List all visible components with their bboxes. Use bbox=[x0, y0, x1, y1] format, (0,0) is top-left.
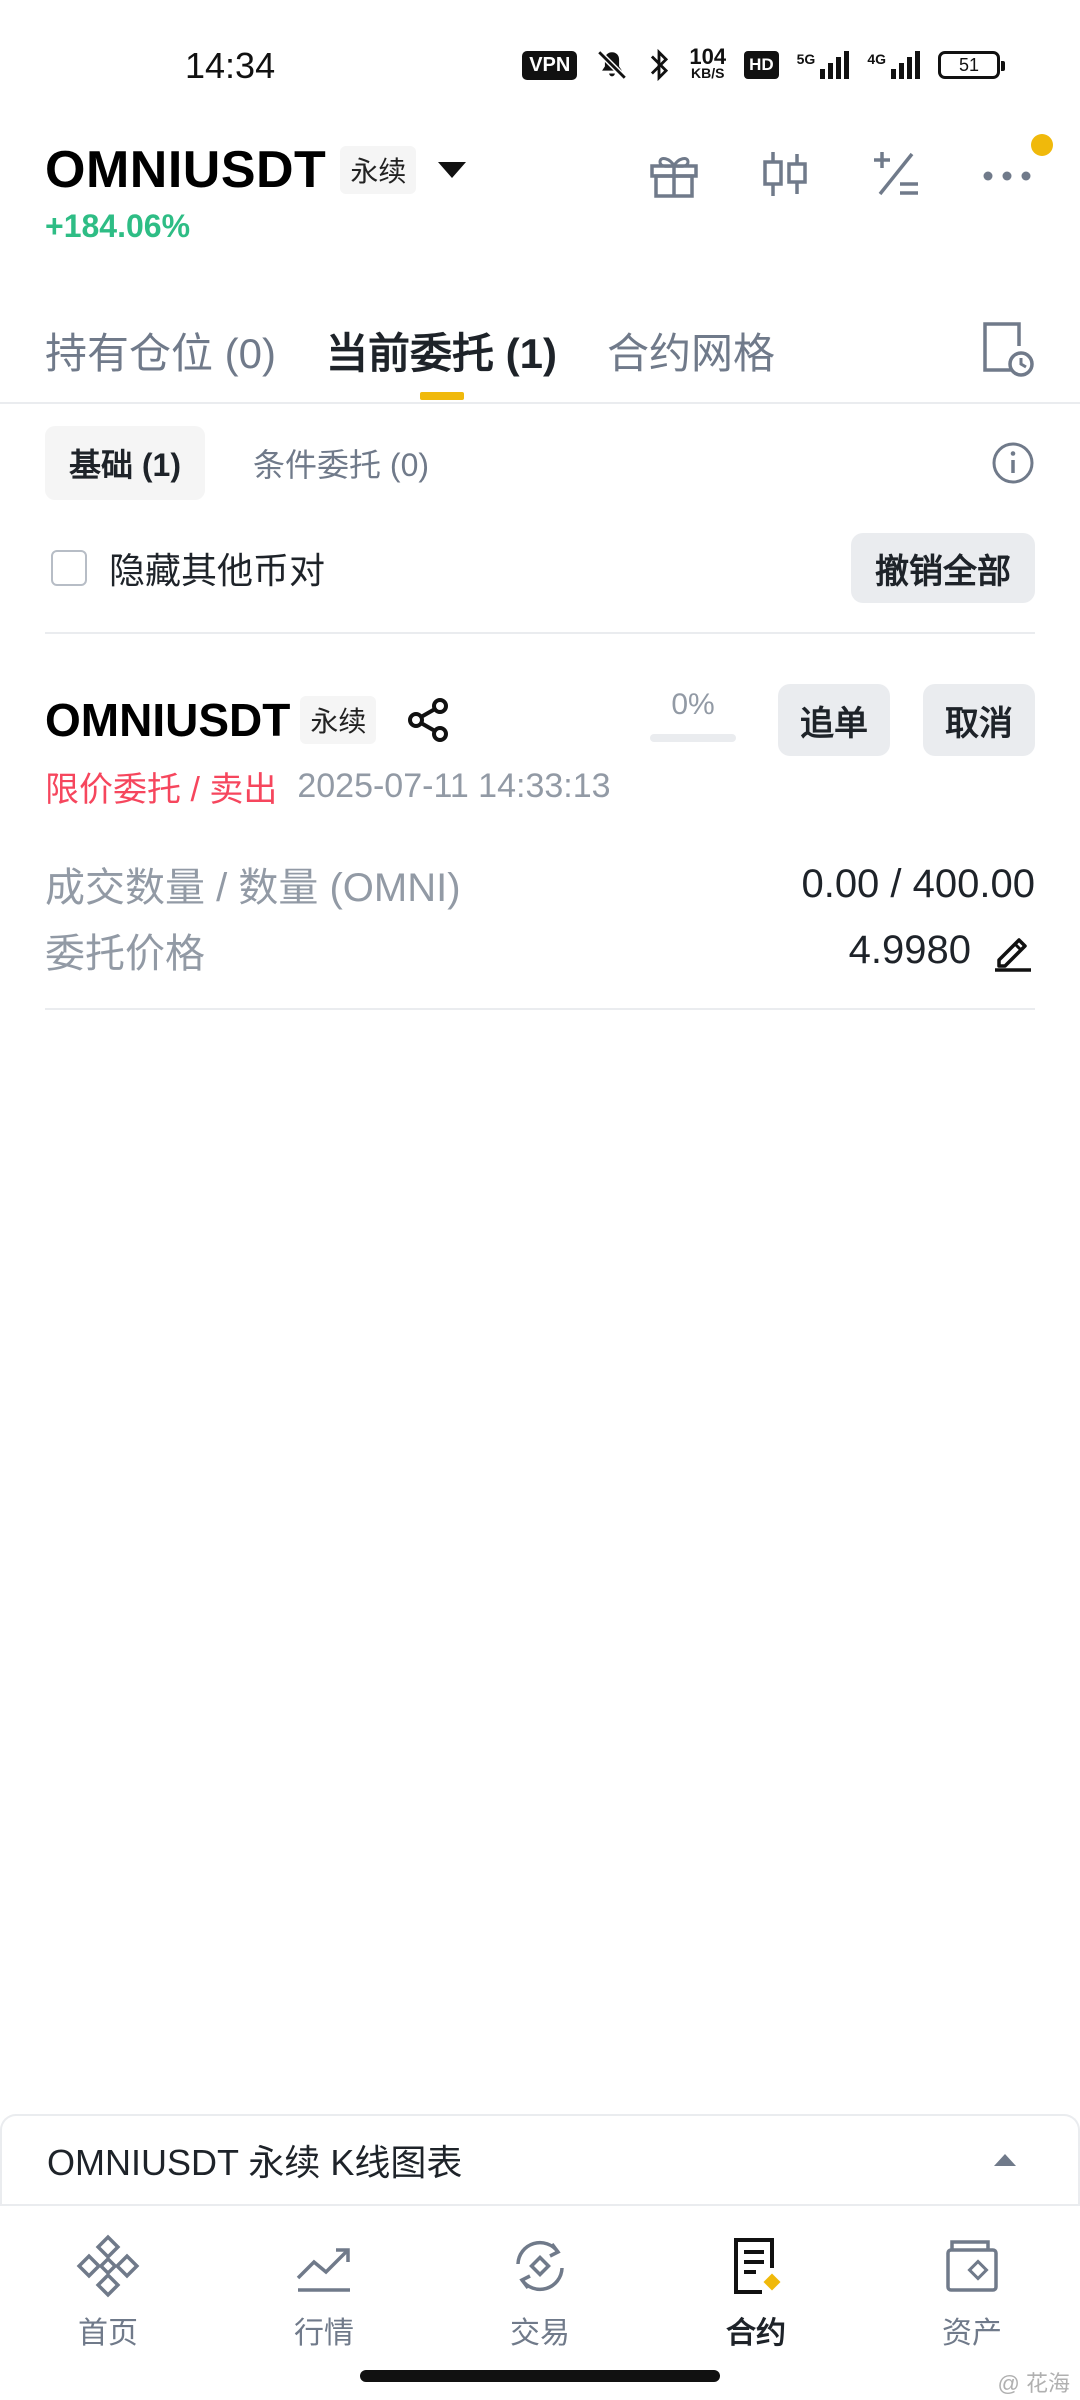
network-speed: 104 KB/S bbox=[689, 44, 727, 82]
main-tabs: 持有仓位 (0) 当前委托 (1) 合约网格 bbox=[45, 300, 1035, 400]
hide-other-pairs-checkbox[interactable] bbox=[51, 550, 87, 586]
price-value: 4.9980 bbox=[848, 927, 971, 972]
order-history-icon[interactable] bbox=[979, 320, 1035, 380]
tab-conditional-orders[interactable]: 条件委托 (0) bbox=[229, 426, 453, 500]
quantity-label: 成交数量 / 数量 (OMNI) bbox=[45, 866, 461, 910]
vpn-icon: VPN bbox=[522, 50, 578, 80]
tab-positions[interactable]: 持有仓位 (0) bbox=[45, 300, 276, 400]
binance-logo-icon[interactable] bbox=[76, 2234, 140, 2298]
hide-other-pairs-label[interactable]: 隐藏其他币对 bbox=[109, 542, 325, 594]
chase-order-button[interactable]: 追单 bbox=[778, 684, 890, 756]
status-bar: 14:34 VPN 104 KB/S HD 5G 4G 51 bbox=[0, 0, 1080, 135]
symbol-title[interactable]: OMNIUSDT bbox=[45, 140, 326, 200]
price-label: 委托价格 bbox=[45, 932, 205, 976]
order-symbol[interactable]: OMNIUSDT bbox=[45, 693, 290, 747]
futures-doc-icon[interactable] bbox=[724, 2234, 788, 2298]
nav-futures[interactable]: 合约 bbox=[686, 2234, 826, 2352]
fill-progress-text: 0% bbox=[671, 688, 715, 721]
contract-type-badge: 永续 bbox=[340, 146, 417, 194]
fill-progress: 0% bbox=[650, 688, 736, 742]
info-icon[interactable] bbox=[991, 441, 1035, 485]
nav-markets-label[interactable]: 行情 bbox=[294, 2308, 354, 2352]
order-header: OMNIUSDT 永续 0% 追单 取消 bbox=[45, 680, 1035, 760]
gift-icon[interactable] bbox=[646, 146, 702, 202]
tabs-divider bbox=[0, 402, 1080, 404]
header-actions bbox=[646, 134, 1053, 202]
order-type-side: 限价委托 / 卖出 bbox=[45, 771, 278, 809]
header: OMNIUSDT 永续 +184.06% bbox=[45, 134, 1053, 260]
nav-home-label[interactable]: 首页 bbox=[78, 2308, 138, 2352]
order-quantity-row: 成交数量 / 数量 (OMNI) 0.00 / 400.00 bbox=[45, 855, 1035, 913]
order-type-tabs: 基础 (1) 条件委托 (0) bbox=[45, 426, 1035, 500]
nav-trade-label[interactable]: 交易 bbox=[510, 2308, 570, 2352]
cancel-all-button[interactable]: 撤销全部 bbox=[851, 533, 1035, 603]
calculator-icon[interactable] bbox=[868, 146, 924, 202]
nav-futures-label[interactable]: 合约 bbox=[726, 2308, 786, 2352]
order-time: 2025-07-11 14:33:13 bbox=[297, 767, 611, 805]
kline-chart-toggle[interactable]: OMNIUSDT 永续 K线图表 bbox=[0, 2114, 1080, 2204]
nav-trade[interactable]: 交易 bbox=[470, 2234, 610, 2352]
bluetooth-icon bbox=[651, 48, 669, 82]
hd-icon: HD bbox=[744, 51, 779, 79]
list-divider-top bbox=[45, 632, 1035, 634]
market-chart-icon[interactable] bbox=[292, 2234, 356, 2298]
tab-open-orders[interactable]: 当前委托 (1) bbox=[326, 300, 557, 400]
quantity-value: 0.00 / 400.00 bbox=[801, 861, 1035, 906]
nav-home[interactable]: 首页 bbox=[38, 2234, 178, 2352]
price-value-wrap: 4.9980 bbox=[849, 928, 1035, 973]
mute-bell-icon bbox=[597, 50, 628, 80]
wallet-icon[interactable] bbox=[940, 2234, 1004, 2298]
tab-futures-grid[interactable]: 合约网格 bbox=[607, 300, 775, 400]
caret-down-icon[interactable] bbox=[438, 162, 467, 178]
filter-row: 隐藏其他币对 撤销全部 bbox=[45, 533, 1035, 603]
share-icon[interactable] bbox=[404, 696, 452, 744]
battery-icon: 51 bbox=[938, 51, 1005, 79]
nav-markets[interactable]: 行情 bbox=[254, 2234, 394, 2352]
home-indicator[interactable] bbox=[360, 2370, 720, 2382]
watermark: @ 花海 bbox=[997, 2371, 1070, 2396]
status-icons: VPN 104 KB/S HD 5G 4G 51 bbox=[522, 44, 1005, 82]
chevron-up-icon[interactable] bbox=[994, 2154, 1016, 2166]
order-contract-badge: 永续 bbox=[300, 696, 377, 744]
nav-assets-label[interactable]: 资产 bbox=[942, 2308, 1002, 2352]
edit-pencil-icon[interactable] bbox=[991, 928, 1035, 972]
kline-chart-title[interactable]: OMNIUSDT 永续 K线图表 bbox=[47, 2134, 462, 2186]
more-dots-icon[interactable] bbox=[979, 146, 1035, 202]
trade-exchange-icon[interactable] bbox=[508, 2234, 572, 2298]
price-change-percent: +184.06% bbox=[45, 208, 191, 244]
notification-dot bbox=[1031, 134, 1053, 156]
more-menu[interactable] bbox=[979, 134, 1053, 202]
order-card: OMNIUSDT 永续 0% 追单 取消 限价委托 / 卖出 2025-07-1… bbox=[45, 680, 1035, 1010]
tab-basic-orders[interactable]: 基础 (1) bbox=[45, 426, 206, 500]
nav-assets[interactable]: 资产 bbox=[902, 2234, 1042, 2352]
signal-5g-icon: 5G bbox=[797, 51, 850, 79]
list-divider-bottom bbox=[45, 1008, 1035, 1010]
signal-4g-icon: 4G bbox=[867, 51, 920, 79]
order-meta: 限价委托 / 卖出 2025-07-11 14:33:13 bbox=[45, 762, 1035, 811]
fill-progress-track bbox=[650, 734, 736, 742]
cancel-order-button[interactable]: 取消 bbox=[923, 684, 1035, 756]
status-time: 14:34 bbox=[185, 45, 276, 86]
candlestick-icon[interactable] bbox=[757, 146, 813, 202]
order-price-row: 委托价格 4.9980 bbox=[45, 921, 1035, 979]
